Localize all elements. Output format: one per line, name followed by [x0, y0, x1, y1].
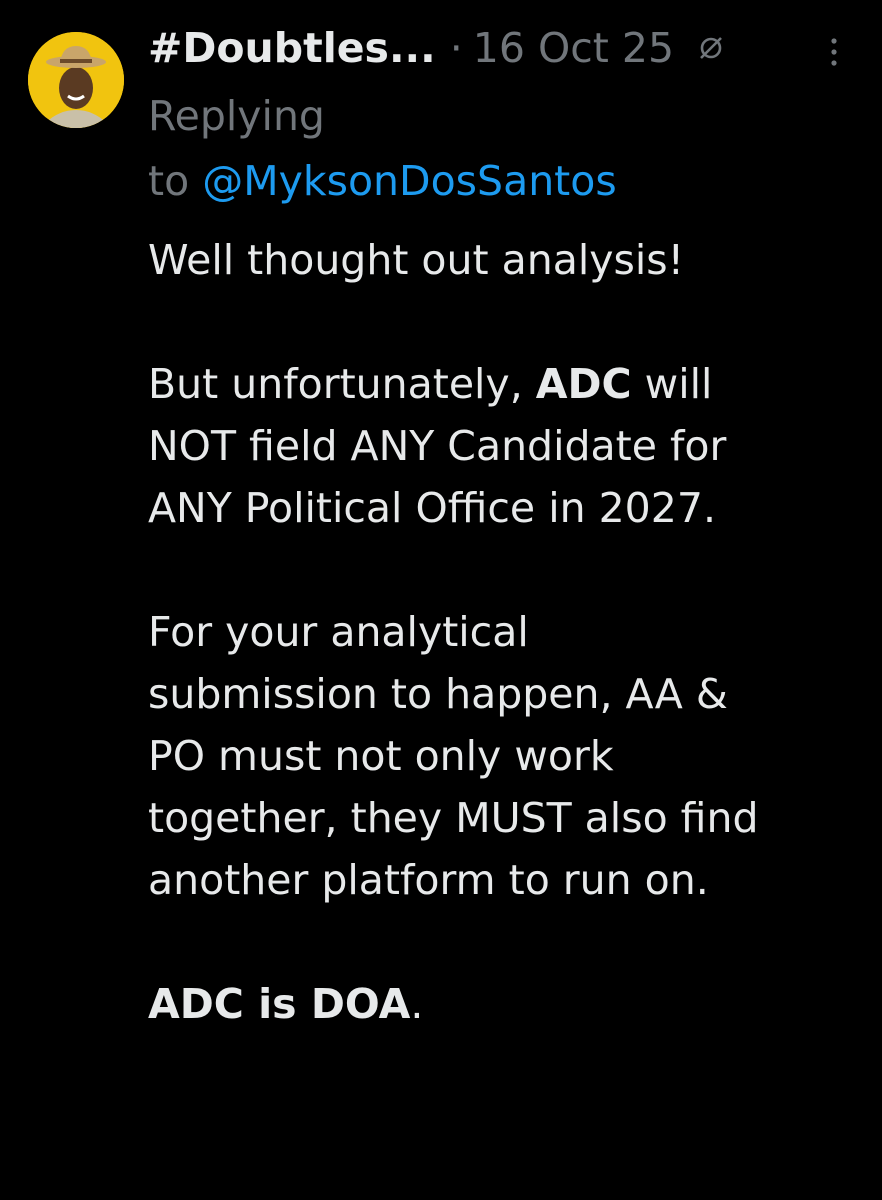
- tweet-line: ANY Political Office in 2027.: [148, 484, 716, 532]
- bold-text: ADC: [535, 360, 632, 408]
- reply-to-label: to: [148, 157, 190, 205]
- more-options-icon[interactable]: [822, 32, 846, 72]
- tweet-line: For your analytical: [148, 608, 529, 656]
- tweet-line: PO must not only work: [148, 732, 614, 780]
- reply-context: Replying to @MyksonDosSantos: [148, 84, 828, 214]
- display-name[interactable]: #Doubtles...: [148, 18, 436, 78]
- tweet-text: Well thought out analysis! But unfortuna…: [148, 229, 868, 1035]
- tweet-line: ADC is DOA.: [148, 980, 424, 1028]
- tweet-line: But unfortunately, ADC will: [148, 360, 713, 408]
- tweet-date[interactable]: 16 Oct 25: [473, 18, 674, 78]
- tweet-line: another platform to run on.: [148, 856, 709, 904]
- no-edit-icon: [696, 33, 726, 63]
- user-avatar[interactable]: [28, 32, 124, 128]
- avatar-image: [28, 32, 124, 128]
- tweet-line: together, they MUST also find: [148, 794, 759, 842]
- separator-dot: ·: [449, 24, 463, 72]
- tweet-line: submission to happen, AA &: [148, 670, 728, 718]
- reply-mention-link[interactable]: @MyksonDosSantos: [202, 157, 616, 205]
- tweet-header: #Doubtles... · 16 Oct 25: [148, 18, 726, 78]
- tweet-line: Well thought out analysis!: [148, 236, 685, 284]
- tweet-line: NOT field ANY Candidate for: [148, 422, 727, 470]
- replying-label: Replying: [148, 92, 325, 140]
- bold-text: ADC is DOA: [148, 980, 411, 1028]
